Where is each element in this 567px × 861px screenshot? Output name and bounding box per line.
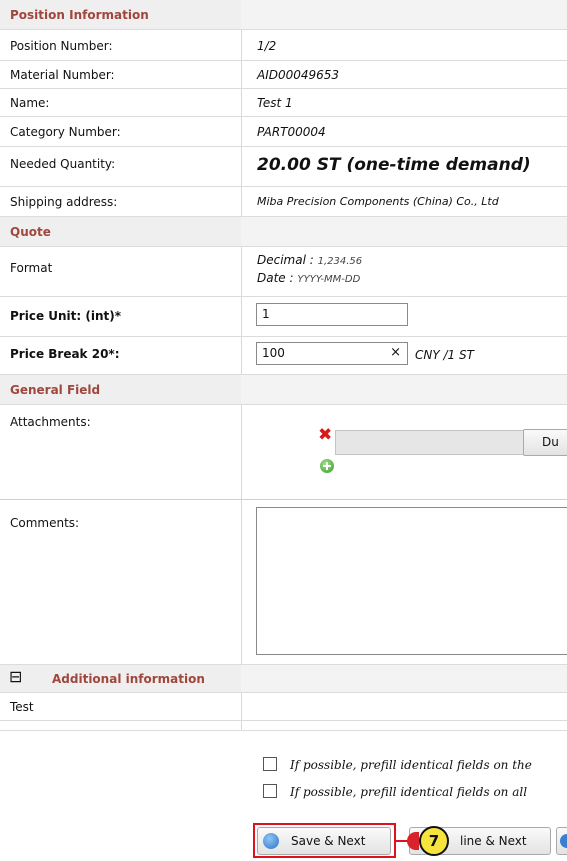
comments-textarea[interactable] (256, 507, 567, 655)
prefill-same-checkbox[interactable] (263, 757, 277, 771)
step-callout-badge: 7 (419, 826, 449, 856)
date-label: Date : (257, 271, 294, 285)
row-format: Format Decimal : 1,234.56 Date : YYYY-MM… (0, 247, 567, 297)
label-price-unit: Price Unit: (int)* (10, 309, 122, 323)
price-break-input[interactable]: 100 × (256, 342, 408, 365)
prefill-all-checkbox[interactable] (263, 784, 277, 798)
label-attachments: Attachments: (10, 415, 91, 429)
row-price-break: Price Break 20*: 100 × CNY /1 ST (0, 337, 567, 375)
label-format: Format (10, 261, 53, 275)
section-general-field: General Field (0, 375, 567, 405)
row-shipping-address: Shipping address: Miba Precision Compone… (0, 187, 567, 217)
section-position-information: Position Information (0, 0, 567, 30)
next-button-partial[interactable] (556, 827, 567, 855)
row-test: Test (0, 693, 567, 721)
browse-button[interactable]: Du (523, 429, 567, 456)
label-test: Test (10, 700, 34, 714)
label-price-break: Price Break 20*: (10, 347, 120, 361)
value-position-number: 1/2 (257, 39, 277, 53)
row-needed-quantity: Needed Quantity: 20.00 ST (one-time dema… (0, 147, 567, 187)
label-material-number: Material Number: (10, 68, 115, 82)
section-title: Additional information (52, 672, 205, 686)
row-comments: Comments: (0, 500, 567, 665)
section-title: Quote (10, 225, 51, 239)
collapse-toggle-icon[interactable]: ⊟ (9, 669, 22, 685)
label-name: Name: (10, 96, 50, 110)
price-break-unit: CNY /1 ST (415, 348, 474, 362)
label-comments: Comments: (10, 516, 80, 530)
remove-attachment-icon[interactable]: ✖ (318, 427, 332, 444)
value-category-number: PART00004 (257, 125, 326, 139)
row-attachments: Attachments: ✖ Du (0, 405, 567, 500)
format-date: Date : YYYY-MM-DD (257, 271, 360, 285)
row-material-number: Material Number: AID00049653 (0, 61, 567, 89)
label-category-number: Category Number: (10, 125, 121, 139)
clear-input-icon[interactable]: × (390, 345, 401, 360)
value-needed-quantity: 20.00 ST (one-time demand) (257, 155, 531, 175)
save-next-button[interactable]: Save & Next (257, 827, 391, 855)
row-category-number: Category Number: PART00004 (0, 117, 567, 147)
save-next-label: Save & Next (291, 834, 366, 848)
row-name: Name: Test 1 (0, 89, 567, 117)
value-name: Test 1 (257, 96, 293, 110)
label-shipping-address: Shipping address: (10, 195, 118, 209)
section-title: General Field (10, 383, 101, 397)
add-attachment-icon[interactable] (320, 459, 334, 473)
section-additional-information: ⊟ Additional information (0, 665, 567, 693)
partial-button-icon (560, 834, 567, 848)
prefill-same-label: If possible, prefill identical fields on… (290, 758, 532, 772)
label-position-number: Position Number: (10, 39, 113, 53)
label-needed-quantity: Needed Quantity: (10, 157, 116, 171)
decline-next-label: line & Next (460, 834, 527, 848)
format-decimal: Decimal : 1,234.56 (257, 253, 362, 267)
arrow-right-icon (263, 833, 279, 849)
section-quote: Quote (0, 217, 567, 247)
row-price-unit: Price Unit: (int)* 1 (0, 297, 567, 337)
section-title: Position Information (10, 8, 149, 22)
row-position-number: Position Number: 1/2 (0, 30, 567, 61)
decimal-example: 1,234.56 (317, 256, 363, 267)
decline-icon (407, 832, 419, 850)
decimal-label: Decimal : (257, 253, 314, 267)
prefill-all-label: If possible, prefill identical fields on… (290, 785, 528, 799)
price-break-value: 100 (262, 346, 285, 360)
value-shipping-address: Miba Precision Components (China) Co., L… (257, 195, 499, 208)
value-material-number: AID00049653 (257, 68, 340, 82)
divider (0, 730, 567, 731)
price-unit-input[interactable]: 1 (256, 303, 408, 326)
date-example: YYYY-MM-DD (297, 274, 361, 285)
